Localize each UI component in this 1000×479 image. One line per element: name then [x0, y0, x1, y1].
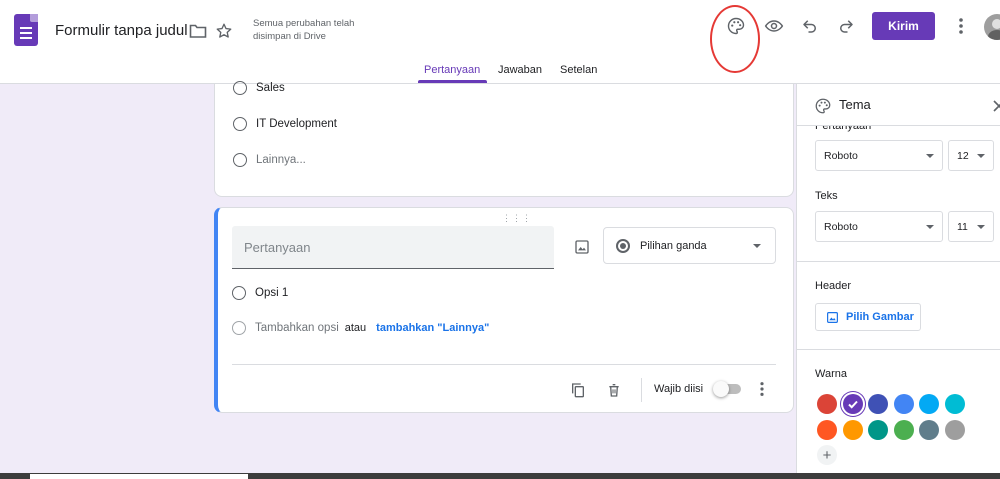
- add-option-link[interactable]: Tambahkan opsi: [255, 322, 339, 334]
- question-card-previous[interactable]: Sales IT Development Lainnya...: [214, 81, 794, 197]
- tab-questions[interactable]: Pertanyaan: [424, 64, 480, 76]
- folder-icon[interactable]: [186, 19, 210, 43]
- question-font-select[interactable]: Roboto: [815, 140, 943, 171]
- question-type-label: Pilihan ganda: [640, 239, 707, 252]
- close-icon[interactable]: [987, 94, 1000, 118]
- question-size-select[interactable]: 12: [948, 140, 994, 171]
- option-label[interactable]: Opsi 1: [255, 287, 288, 299]
- dropdown-arrow-icon: [753, 243, 761, 248]
- form-title[interactable]: Formulir tanpa judul: [55, 22, 188, 39]
- option-item: Lainnya...: [233, 153, 306, 167]
- radio-icon: [232, 321, 246, 335]
- tab-bar: Pertanyaan Jawaban Setelan: [0, 58, 1000, 84]
- section-divider: [797, 349, 1000, 350]
- duplicate-icon[interactable]: [566, 378, 590, 402]
- text-font-select[interactable]: Roboto: [815, 211, 943, 242]
- color-swatch[interactable]: [842, 420, 863, 440]
- preview-eye-icon[interactable]: [762, 14, 786, 38]
- card-divider: [232, 364, 776, 365]
- theme-panel-header: Tema: [797, 84, 1000, 126]
- option-item[interactable]: Opsi 1: [232, 286, 288, 300]
- tab-responses[interactable]: Jawaban: [498, 64, 542, 76]
- send-button[interactable]: Kirim: [872, 12, 935, 40]
- active-tab-indicator: [418, 80, 487, 83]
- question-type-select[interactable]: Pilihan ganda: [603, 227, 776, 264]
- header-label: Header: [815, 280, 852, 292]
- star-icon[interactable]: [212, 19, 236, 43]
- color-swatch[interactable]: [842, 394, 863, 414]
- color-swatch[interactable]: [944, 420, 965, 440]
- color-swatch[interactable]: [919, 394, 939, 414]
- add-option-row: Tambahkan opsi atau tambahkan "Lainnya": [232, 321, 489, 335]
- undo-icon[interactable]: [798, 14, 822, 38]
- color-swatch[interactable]: [944, 394, 965, 414]
- color-swatch[interactable]: [868, 394, 888, 414]
- image-icon: [827, 311, 838, 323]
- radio-icon: [233, 153, 247, 167]
- palette-icon: [811, 94, 835, 118]
- app-header: Formulir tanpa judul Semua perubahan tel…: [0, 0, 1000, 84]
- add-other-link[interactable]: tambahkan "Lainnya": [376, 322, 489, 334]
- text-size-select[interactable]: 11: [948, 211, 994, 242]
- google-forms-logo-icon[interactable]: [14, 14, 38, 46]
- dropdown-arrow-icon: [977, 153, 985, 158]
- text-font-value: Roboto: [824, 220, 858, 233]
- required-toggle[interactable]: [713, 381, 741, 397]
- color-swatch[interactable]: [893, 394, 914, 414]
- more-vert-icon[interactable]: [949, 14, 973, 38]
- text-size-value: 11: [957, 220, 968, 233]
- save-status: Semua perubahan telah disimpan di Drive: [253, 17, 373, 43]
- save-status-line2: disimpan di Drive: [253, 31, 326, 42]
- radio-icon: [232, 286, 246, 300]
- add-image-icon[interactable]: [570, 235, 594, 259]
- color-label: Warna: [815, 368, 847, 380]
- avatar[interactable]: [984, 14, 1000, 40]
- more-vert-icon[interactable]: [750, 377, 774, 401]
- check-icon: [847, 400, 858, 409]
- theme-panel: Pertanyaan Tema Roboto 12 Teks Roboto 11…: [796, 84, 1000, 479]
- option-label: IT Development: [256, 118, 337, 130]
- question-size-value: 12: [957, 149, 969, 162]
- redo-icon[interactable]: [834, 14, 858, 38]
- option-other-label: Lainnya...: [256, 154, 306, 166]
- color-swatch[interactable]: [893, 420, 914, 440]
- question-font-value: Roboto: [824, 149, 858, 162]
- toolbar-divider: [641, 378, 642, 402]
- tab-settings[interactable]: Setelan: [560, 64, 597, 76]
- radio-icon: [233, 81, 247, 95]
- option-label: Sales: [256, 82, 285, 94]
- question-title-input[interactable]: Pertanyaan: [232, 226, 554, 269]
- toggle-knob: [713, 381, 729, 397]
- text-font-label: Teks: [815, 190, 838, 202]
- dropdown-arrow-icon: [926, 153, 934, 158]
- taskbar: [0, 473, 1000, 479]
- save-status-line1: Semua perubahan telah: [253, 18, 355, 29]
- section-divider: [797, 261, 1000, 262]
- theme-panel-title: Tema: [839, 97, 871, 112]
- dropdown-arrow-icon: [926, 224, 934, 229]
- color-swatch[interactable]: [817, 394, 837, 414]
- radio-checked-icon: [616, 238, 630, 253]
- option-item: IT Development: [233, 117, 337, 131]
- color-swatch[interactable]: [817, 420, 837, 440]
- required-label: Wajib diisi: [654, 383, 704, 395]
- choose-image-button[interactable]: Pilih Gambar: [815, 303, 921, 331]
- delete-icon[interactable]: [602, 378, 626, 402]
- option-item: Sales: [233, 81, 285, 95]
- color-swatch[interactable]: [919, 420, 939, 440]
- or-text: atau: [344, 322, 367, 334]
- add-color-icon[interactable]: +: [817, 445, 837, 465]
- choose-image-label: Pilih Gambar: [846, 311, 914, 323]
- question-card-active[interactable]: ⋮⋮⋮ Pertanyaan Pilihan ganda Opsi 1 Tamb…: [214, 207, 794, 413]
- color-swatch[interactable]: [868, 420, 888, 440]
- radio-icon: [233, 117, 247, 131]
- drag-handle-icon[interactable]: ⋮⋮⋮: [502, 213, 532, 224]
- dropdown-arrow-icon: [977, 224, 985, 229]
